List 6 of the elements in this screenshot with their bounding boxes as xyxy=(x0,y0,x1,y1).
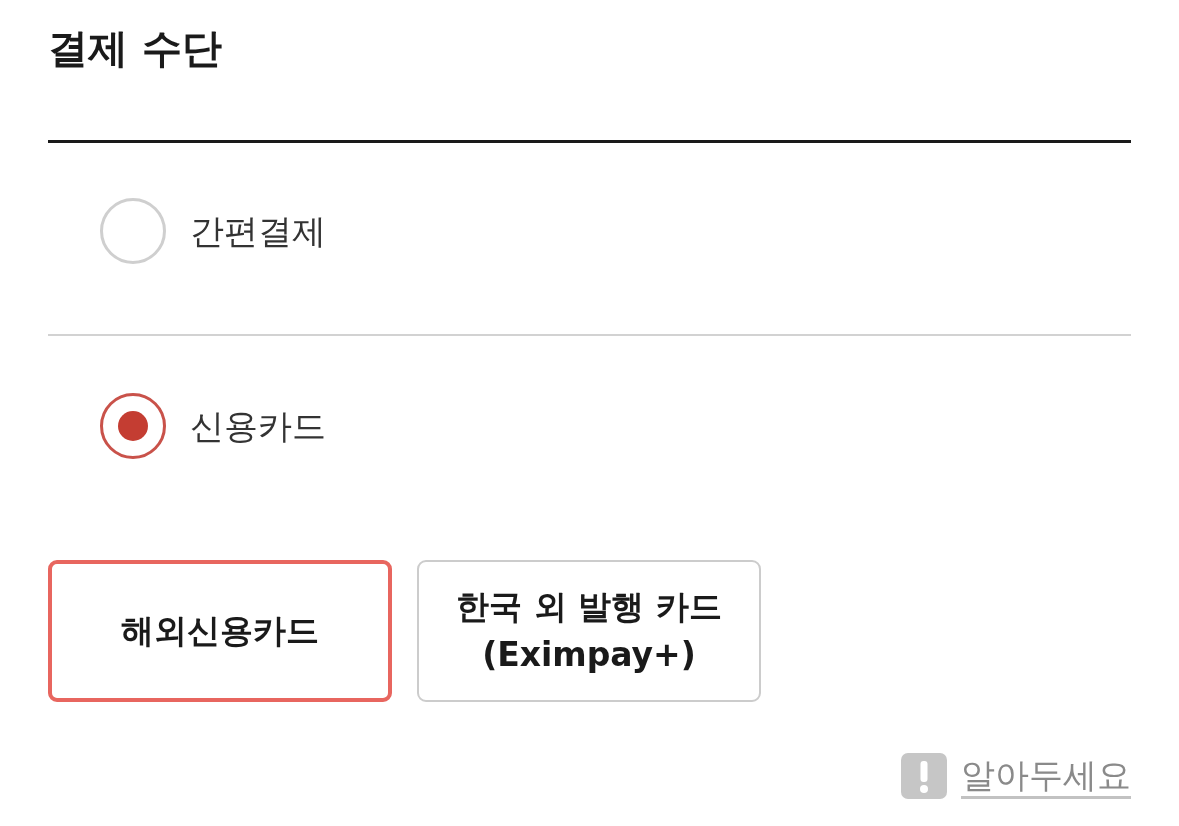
card-type-button[interactable]: 한국 외 발행 카드 (Eximpay+) xyxy=(417,560,761,702)
card-type-button[interactable]: 해외신용카드 xyxy=(48,560,392,702)
section-title: 결제 수단 xyxy=(48,24,222,73)
exclamation-icon xyxy=(901,753,947,799)
payment-option[interactable]: 간편결제 xyxy=(100,198,326,264)
payment-option[interactable]: 신용카드 xyxy=(100,393,326,459)
